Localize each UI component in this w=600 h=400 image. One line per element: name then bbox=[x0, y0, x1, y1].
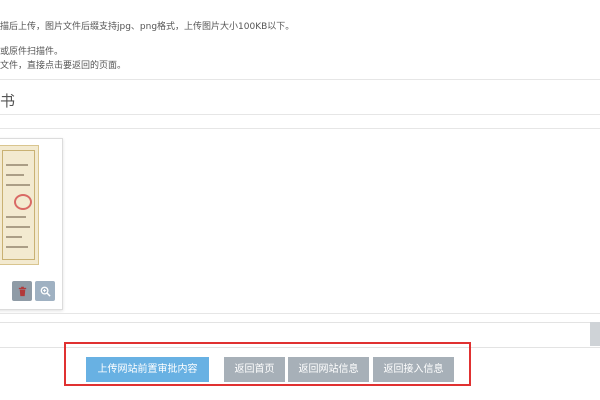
return-access-info-button[interactable]: 返回接入信息 bbox=[373, 357, 454, 382]
seal-icon bbox=[14, 194, 32, 210]
certificate-image[interactable] bbox=[0, 145, 39, 265]
divider bbox=[0, 313, 600, 314]
return-site-info-button[interactable]: 返回网站信息 bbox=[288, 357, 369, 382]
section-title: 书 bbox=[0, 92, 16, 110]
upload-instruction-line: 描后上传，图片文件后缀支持jpg、png格式，上传图片大小100KB以下。 bbox=[0, 22, 295, 32]
delete-image-button[interactable] bbox=[12, 281, 32, 301]
divider bbox=[0, 79, 600, 80]
divider bbox=[0, 128, 600, 129]
scrollbar-thumb[interactable] bbox=[590, 322, 600, 346]
zoom-image-button[interactable] bbox=[35, 281, 55, 301]
upload-preapproval-button[interactable]: 上传网站前置审批内容 bbox=[86, 357, 209, 382]
trash-icon bbox=[18, 286, 26, 296]
divider bbox=[0, 114, 600, 115]
return-home-button[interactable]: 返回首页 bbox=[224, 357, 285, 382]
zoom-in-icon bbox=[40, 286, 51, 297]
return-instruction-line: 文件，直接点击要返回的页面。 bbox=[0, 61, 127, 71]
scan-requirement-line: 或原件扫描件。 bbox=[0, 47, 64, 57]
